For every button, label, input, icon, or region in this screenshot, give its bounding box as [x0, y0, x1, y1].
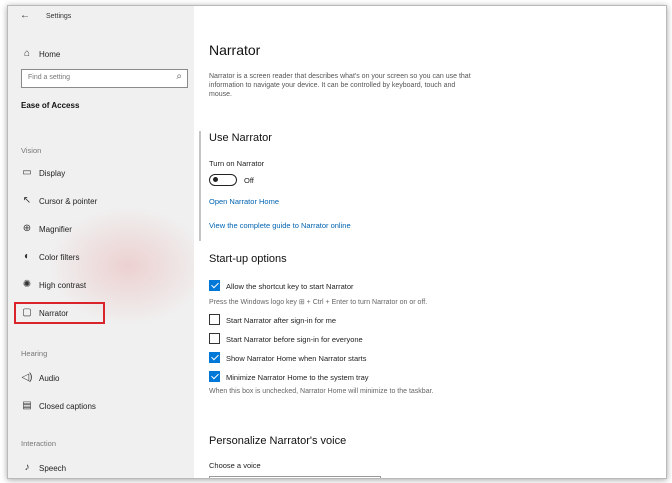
shortcut-hint: Press the Windows logo key ⊞ + Ctrl + En… [209, 299, 428, 306]
sidebar-item-label: Home [39, 50, 61, 59]
home-icon: ⌂ [23, 48, 31, 59]
narrator-toggle[interactable] [209, 174, 237, 186]
group-label-hearing: Hearing [21, 349, 48, 358]
checkbox-before-sign-in[interactable] [209, 333, 220, 344]
cursor-pointer-icon: ↖ [22, 195, 32, 206]
window-title: Settings [46, 13, 72, 20]
settings-window: ← Settings ⌂ Home Find a setting ⌕ Ease … [7, 5, 667, 479]
sidebar-item-label: Display [39, 169, 66, 178]
startup-options-heading: Start-up options [209, 253, 287, 265]
sidebar-item-closed-captions[interactable]: ▤ Closed captions [8, 396, 194, 418]
sidebar-item-display[interactable]: ▭ Display [8, 163, 194, 185]
sidebar-item-label: Closed captions [39, 402, 96, 411]
checkbox-after-sign-in[interactable] [209, 314, 220, 325]
group-label-vision: Vision [21, 146, 42, 155]
voice-select[interactable] [209, 476, 381, 478]
sidebar-item-label: Audio [39, 374, 60, 383]
checkbox-shortcut-key[interactable] [209, 280, 220, 291]
sidebar-item-magnifier[interactable]: ⊕ Magnifier [8, 219, 194, 241]
search-placeholder: Find a setting [28, 74, 71, 81]
sidebar-item-high-contrast[interactable]: ✺ High contrast [8, 275, 194, 297]
sidebar-item-label: Color filters [39, 253, 80, 262]
checkbox-label: Minimize Narrator Home to the system tra… [226, 373, 369, 382]
back-arrow-icon[interactable]: ← [20, 10, 30, 21]
search-input[interactable]: Find a setting ⌕ [21, 69, 188, 88]
sidebar-item-label: Cursor & pointer [39, 197, 98, 206]
use-narrator-heading: Use Narrator [209, 132, 272, 144]
speech-icon: ♪ [24, 462, 30, 473]
closed-captions-icon: ▤ [22, 400, 32, 411]
voice-heading: Personalize Narrator's voice [209, 435, 347, 447]
group-label-interaction: Interaction [21, 439, 57, 448]
checkbox-label: Start Narrator before sign-in for everyo… [226, 335, 363, 344]
open-narrator-home-link[interactable]: Open Narrator Home [209, 197, 279, 206]
scrollbar[interactable] [199, 131, 201, 241]
checkbox-show-home[interactable] [209, 352, 220, 363]
sidebar-item-label: High contrast [39, 281, 87, 290]
page-description: Narrator is a screen reader that describ… [209, 73, 471, 98]
sidebar-item-label: Speech [39, 464, 67, 473]
high-contrast-icon: ✺ [22, 279, 32, 290]
choose-voice-label: Choose a voice [209, 461, 261, 470]
narrator-guide-link[interactable]: View the complete guide to Narrator onli… [209, 221, 351, 230]
minimize-hint: When this box is unchecked, Narrator Hom… [209, 388, 434, 395]
magnifier-icon: ⊕ [22, 223, 32, 234]
sidebar-item-color-filters[interactable]: ◐ Color filters [8, 247, 194, 269]
title-bar: ← Settings [8, 6, 194, 28]
main-content: Narrator Narrator is a screen reader tha… [194, 6, 666, 478]
page-title: Narrator [209, 42, 261, 58]
checkbox-label: Allow the shortcut key to start Narrator [226, 282, 354, 291]
checkbox-label: Start Narrator after sign-in for me [226, 316, 337, 325]
color-filters-icon: ◐ [23, 251, 31, 262]
checkbox-label: Show Narrator Home when Narrator starts [226, 354, 367, 363]
sidebar-item-label: Magnifier [39, 225, 72, 234]
checkbox-minimize-home[interactable] [209, 371, 220, 382]
section-title: Ease of Access [21, 101, 80, 110]
search-icon: ⌕ [176, 71, 182, 82]
sidebar-item-speech[interactable]: ♪ Speech [8, 458, 194, 478]
toggle-state: Off [244, 176, 254, 185]
sidebar-item-cursor-pointer[interactable]: ↖ Cursor & pointer [8, 191, 194, 213]
toggle-knob [213, 177, 218, 182]
narrator-highlight-box [14, 302, 105, 324]
audio-icon: ◁) [21, 372, 33, 383]
sidebar: ← Settings ⌂ Home Find a setting ⌕ Ease … [8, 6, 194, 478]
display-icon: ▭ [22, 167, 32, 178]
sidebar-item-audio[interactable]: ◁) Audio [8, 368, 194, 390]
sidebar-item-home[interactable]: ⌂ Home [8, 44, 194, 66]
toggle-label: Turn on Narrator [209, 159, 265, 168]
